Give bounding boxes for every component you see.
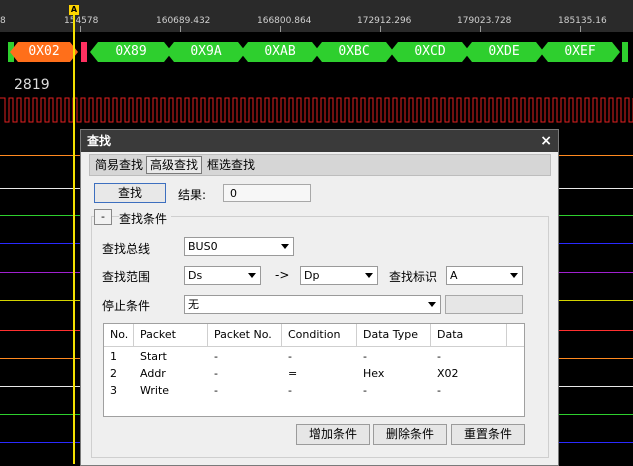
packet-cell[interactable]: 0X89 [90,42,172,62]
tab-advanced-search[interactable]: 高级查找 [146,156,203,174]
cursor-line[interactable] [73,14,75,464]
table-header: No. Packet Packet No. Condition Data Typ… [104,324,524,347]
range-from-select[interactable]: Ds [184,266,261,285]
conditions-table: No. Packet Packet No. Condition Data Typ… [103,323,525,417]
tick-label: 166800.864 [257,16,312,26]
chevron-down-icon [365,273,373,278]
search-button[interactable]: 查找 [94,183,166,203]
packet-label: 0X9A [190,44,222,59]
packet-cell[interactable]: 0XBC [314,42,394,62]
range-to-select[interactable]: Dp [300,266,378,285]
bus-decode-row: 0X02 0X89 0X9A 0XAB 0XBC 0XCD 0XDE 0XEF [0,36,633,68]
tick-label: 185135.16 [558,16,607,26]
packet-cell[interactable]: 0XAB [240,42,320,62]
tab-box-search[interactable]: 框选查找 [204,157,258,173]
flag-select[interactable]: A [446,266,523,285]
close-icon[interactable]: × [540,130,552,152]
range-arrow: -> [275,268,290,282]
stop-select[interactable]: 无 [184,295,441,314]
search-tabs: 简易查找 高级查找 框选查找 [89,154,551,176]
table-cell: 2 [110,367,117,380]
range-label: 查找范围 [102,270,151,284]
table-cell: 1 [110,350,117,363]
bus-select-value: BUS0 [188,240,218,253]
table-row[interactable]: 2 Addr - = Hex X02 [104,367,524,383]
table-cell: - [437,384,441,397]
column-header[interactable]: Packet [134,324,208,346]
packet-cell[interactable]: 0XCD [390,42,470,62]
column-header[interactable]: Data [431,324,507,346]
packet-label: 0X89 [115,44,147,59]
chevron-down-icon [281,244,289,249]
packet-cell[interactable]: 0X9A [166,42,246,62]
packet-cell[interactable]: 0X02 [10,42,78,62]
tick-label: 8 [0,16,6,26]
packet-label: 0XDE [488,44,520,59]
stop-value-field[interactable] [445,295,523,314]
result-field: 0 [223,184,311,202]
packet-label: 0XAB [264,44,296,59]
packet-label: 0XBC [338,44,370,59]
table-cell: - [288,350,292,363]
table-cell: Start [140,350,167,363]
table-row[interactable]: 3 Write - - - - [104,384,524,400]
column-header[interactable]: Packet No. [208,324,282,346]
range-to-value: Dp [304,269,320,282]
flag-label: 查找标识 [389,270,438,284]
tick-label: 154578 [64,16,99,26]
table-cell: - [288,384,292,397]
conditions-label: 查找条件 [119,210,172,227]
chevron-down-icon [248,273,256,278]
dialog-title: 查找 [87,134,112,148]
bus-label: 查找总线 [102,242,151,256]
tick-label: 172912.296 [357,16,412,26]
tab-simple-search[interactable]: 简易查找 [92,157,146,173]
table-cell: - [214,384,218,397]
search-dialog: 查找 × 简易查找 高级查找 框选查找 查找 结果: 0 - 查找条件 查找总线… [80,129,559,466]
glitch-mark [81,42,87,62]
table-cell: - [214,350,218,363]
packet-label: 0XCD [414,44,446,59]
table-cell: - [437,350,441,363]
dialog-title-bar[interactable]: 查找 × [81,130,558,152]
table-row[interactable]: 1 Start - - - - [104,350,524,366]
table-cell: - [214,367,218,380]
tick-label: 160689.432 [156,16,211,26]
tick-label: 179023.728 [457,16,512,26]
table-cell: Hex [363,367,385,380]
time-ruler: 8 154578 160689.432 166800.864 172912.29… [0,0,633,32]
glitch-mark [622,42,628,62]
packet-label: 0X02 [28,44,60,59]
reset-condition-button[interactable]: 重置条件 [451,424,525,445]
table-cell: = [288,367,298,380]
delete-condition-button[interactable]: 删除条件 [373,424,447,445]
table-cell: 3 [110,384,117,397]
stop-label: 停止条件 [102,299,151,313]
table-cell: - [363,384,367,397]
chevron-down-icon [428,302,436,307]
bus-select[interactable]: BUS0 [184,237,294,256]
collapse-button[interactable]: - [94,209,112,225]
column-header[interactable]: Condition [282,324,357,346]
table-cell: - [363,350,367,363]
packet-label: 0XEF [564,44,596,59]
range-from-value: Ds [188,269,203,282]
result-label: 结果: [178,188,207,202]
add-condition-button[interactable]: 增加条件 [296,424,370,445]
signal-waveform [0,97,633,123]
stop-select-value: 无 [188,298,199,311]
packet-cell[interactable]: 0XEF [540,42,620,62]
column-header[interactable]: No. [104,324,134,346]
table-cell: X02 [437,367,459,380]
chevron-down-icon [510,273,518,278]
column-header[interactable]: Data Type [357,324,431,346]
table-cell: Addr [140,367,166,380]
flag-select-value: A [450,269,458,282]
signal-value-label: 2819 [14,77,50,93]
packet-cell[interactable]: 0XDE [464,42,544,62]
table-cell: Write [140,384,170,397]
